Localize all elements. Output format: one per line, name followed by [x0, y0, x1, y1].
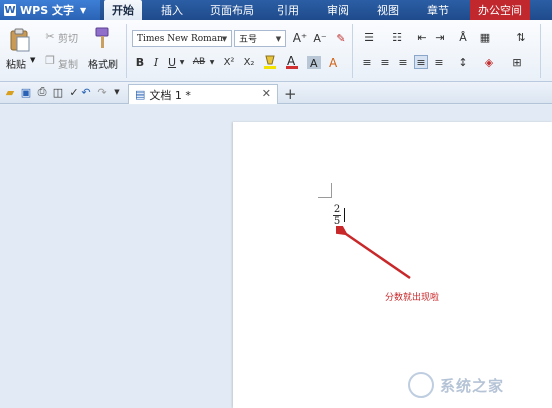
tab-references[interactable]: 引用: [268, 0, 308, 20]
chevron-down-icon[interactable]: ▼: [178, 55, 186, 69]
table-icon[interactable]: ▦: [478, 30, 492, 44]
tab-review[interactable]: 审阅: [318, 0, 358, 20]
document-icon: ▤: [135, 88, 146, 101]
menu-bar: W WPS 文字 ▼ 开始 插入 页面布局 引用 审阅 视图 章节 办公空间: [0, 0, 552, 20]
align-left-icon[interactable]: ≡: [360, 55, 374, 69]
bold-icon[interactable]: B: [134, 55, 146, 69]
svg-text:A: A: [329, 56, 338, 70]
page-margin-mark: [331, 183, 332, 198]
app-menu-button[interactable]: W WPS 文字 ▼: [0, 0, 100, 20]
customize-dropdown-icon[interactable]: ▼: [112, 86, 122, 98]
line-spacing-icon[interactable]: ↕: [456, 55, 470, 69]
ribbon: 粘贴 ▼ ✂ 剪切 ❐ 复制 格式刷 Times New Roman ▼ 五号 …: [0, 20, 552, 82]
cut-label[interactable]: 剪切: [58, 30, 78, 45]
strikethrough-icon[interactable]: AB: [190, 55, 208, 69]
chevron-down-icon[interactable]: ▼: [208, 55, 216, 69]
text-cursor: [344, 208, 345, 222]
close-icon[interactable]: ✕: [262, 87, 271, 100]
numbered-list-icon[interactable]: ☷: [388, 30, 406, 44]
watermark-text: 系统之家: [440, 376, 505, 395]
print-preview-icon[interactable]: ◫: [52, 86, 64, 99]
redo-icon[interactable]: ↷: [96, 86, 108, 99]
sort-icon[interactable]: ⇅: [514, 30, 528, 44]
watermark-logo-icon: [408, 372, 434, 398]
clear-format-icon[interactable]: ✎: [334, 30, 348, 46]
border-icon[interactable]: ⊞: [510, 55, 524, 69]
shrink-font-icon[interactable]: A⁻: [312, 30, 328, 46]
new-tab-icon[interactable]: +: [284, 85, 297, 103]
scissors-icon[interactable]: ✂: [44, 30, 56, 43]
font-size-value: 五号: [239, 35, 258, 45]
font-size-select[interactable]: 五号 ▼: [234, 30, 286, 47]
tab-page-layout[interactable]: 页面布局: [202, 0, 262, 20]
distributed-icon[interactable]: ≡: [432, 55, 446, 69]
italic-icon[interactable]: I: [150, 55, 162, 69]
copy-label[interactable]: 复制: [58, 56, 78, 71]
svg-text:A: A: [310, 57, 318, 70]
fraction-numerator: 2: [333, 204, 341, 215]
paste-label[interactable]: 粘贴: [6, 56, 26, 71]
font-color-icon[interactable]: A: [284, 53, 300, 71]
copy-icon[interactable]: ❐: [44, 54, 56, 67]
subscript-icon[interactable]: X₂: [240, 55, 258, 69]
chevron-down-icon: ▼: [221, 34, 228, 43]
decrease-indent-icon[interactable]: ⇤: [414, 30, 430, 44]
align-right-icon[interactable]: ≡: [396, 55, 410, 69]
increase-indent-icon[interactable]: ⇥: [432, 30, 448, 44]
annotation-text: 分数就出现啦: [385, 293, 440, 303]
spell-check-icon[interactable]: ✓: [68, 86, 80, 99]
tab-document-1[interactable]: ▤ 文档 1 * ✕: [128, 84, 278, 104]
font-name-select[interactable]: Times New Roman ▼: [132, 30, 232, 47]
format-painter-label[interactable]: 格式刷: [88, 56, 118, 71]
chevron-down-icon: ▼: [275, 34, 282, 43]
font-name-value: Times New Roman: [137, 33, 223, 44]
wps-logo-icon: W: [4, 4, 16, 16]
annotation-arrow: [336, 226, 411, 280]
app-name: WPS 文字: [20, 4, 74, 17]
char-scale-icon[interactable]: Å: [454, 30, 472, 44]
document-tab-label: 文档 1 *: [149, 88, 191, 102]
char-border-icon[interactable]: A: [326, 53, 342, 71]
grow-font-icon[interactable]: A⁺: [292, 30, 308, 46]
fraction: 2 5: [333, 204, 341, 227]
justify-icon[interactable]: ≡: [414, 55, 428, 69]
save-icon[interactable]: ▣: [20, 86, 32, 99]
print-icon[interactable]: ⎙: [36, 85, 48, 98]
tab-home[interactable]: 开始: [104, 0, 142, 20]
tab-insert[interactable]: 插入: [152, 0, 192, 20]
format-painter-icon[interactable]: [92, 26, 114, 50]
superscript-icon[interactable]: X²: [220, 55, 238, 69]
open-folder-icon[interactable]: ▰: [4, 86, 16, 99]
page-margin-mark: [318, 197, 332, 198]
align-center-icon[interactable]: ≡: [378, 55, 392, 69]
paragraph-shading-icon[interactable]: ◈: [482, 55, 496, 69]
tab-view[interactable]: 视图: [368, 0, 408, 20]
chevron-down-icon: ▼: [79, 5, 87, 15]
highlight-icon[interactable]: [262, 53, 278, 71]
bullet-list-icon[interactable]: ☰: [360, 30, 378, 44]
svg-text:A: A: [287, 54, 296, 68]
undo-icon[interactable]: ↶: [80, 86, 92, 99]
paste-icon[interactable]: [8, 28, 32, 52]
underline-icon[interactable]: U: [166, 55, 178, 69]
char-shading-icon[interactable]: A: [306, 53, 322, 71]
watermark: 系统之家: [408, 366, 552, 404]
tab-section[interactable]: 章节: [418, 0, 458, 20]
paste-dropdown-icon[interactable]: ▼: [30, 56, 35, 64]
tab-office-space[interactable]: 办公空间: [470, 0, 530, 20]
